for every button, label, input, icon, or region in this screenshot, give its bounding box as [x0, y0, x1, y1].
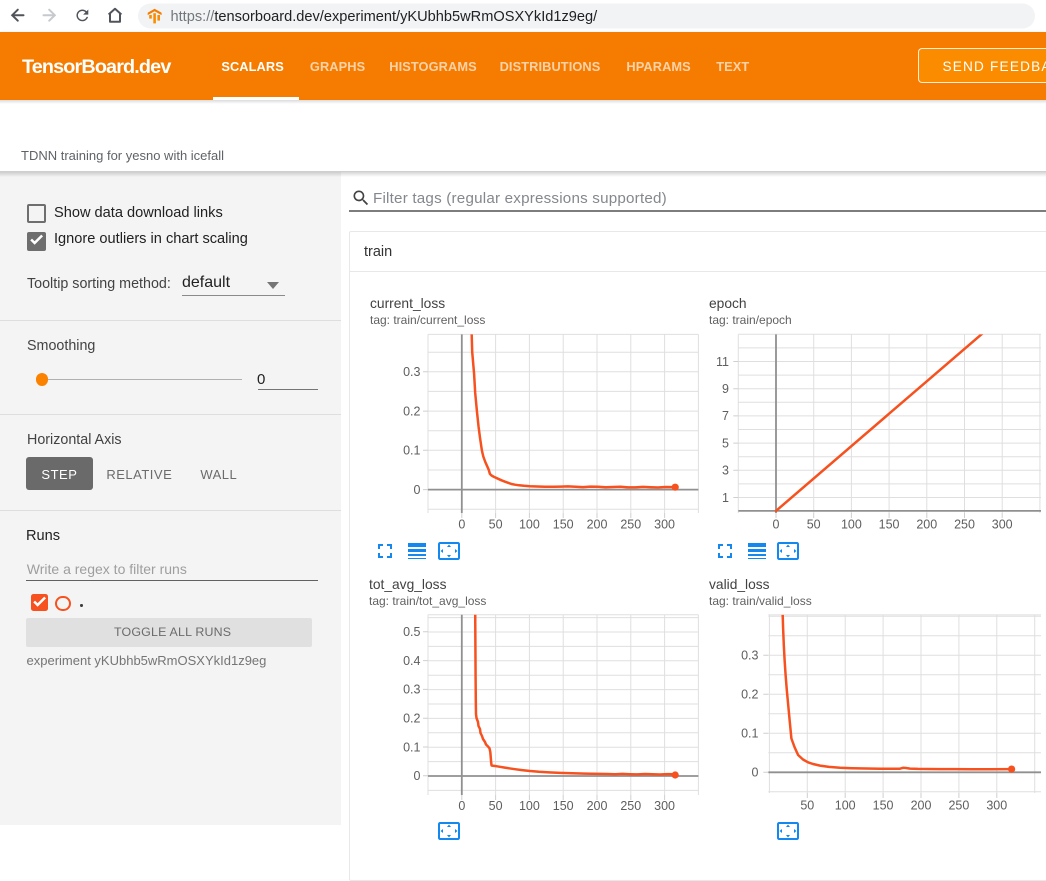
svg-text:200: 200	[911, 799, 932, 813]
svg-text:0.2: 0.2	[741, 688, 758, 702]
svg-text:100: 100	[835, 799, 856, 813]
svg-text:150: 150	[873, 799, 894, 813]
svg-text:50: 50	[800, 799, 814, 813]
svg-text:250: 250	[948, 799, 969, 813]
svg-text:0.3: 0.3	[741, 649, 758, 663]
svg-text:300: 300	[986, 799, 1007, 813]
svg-text:0.1: 0.1	[741, 727, 758, 741]
svg-text:0: 0	[752, 766, 759, 780]
